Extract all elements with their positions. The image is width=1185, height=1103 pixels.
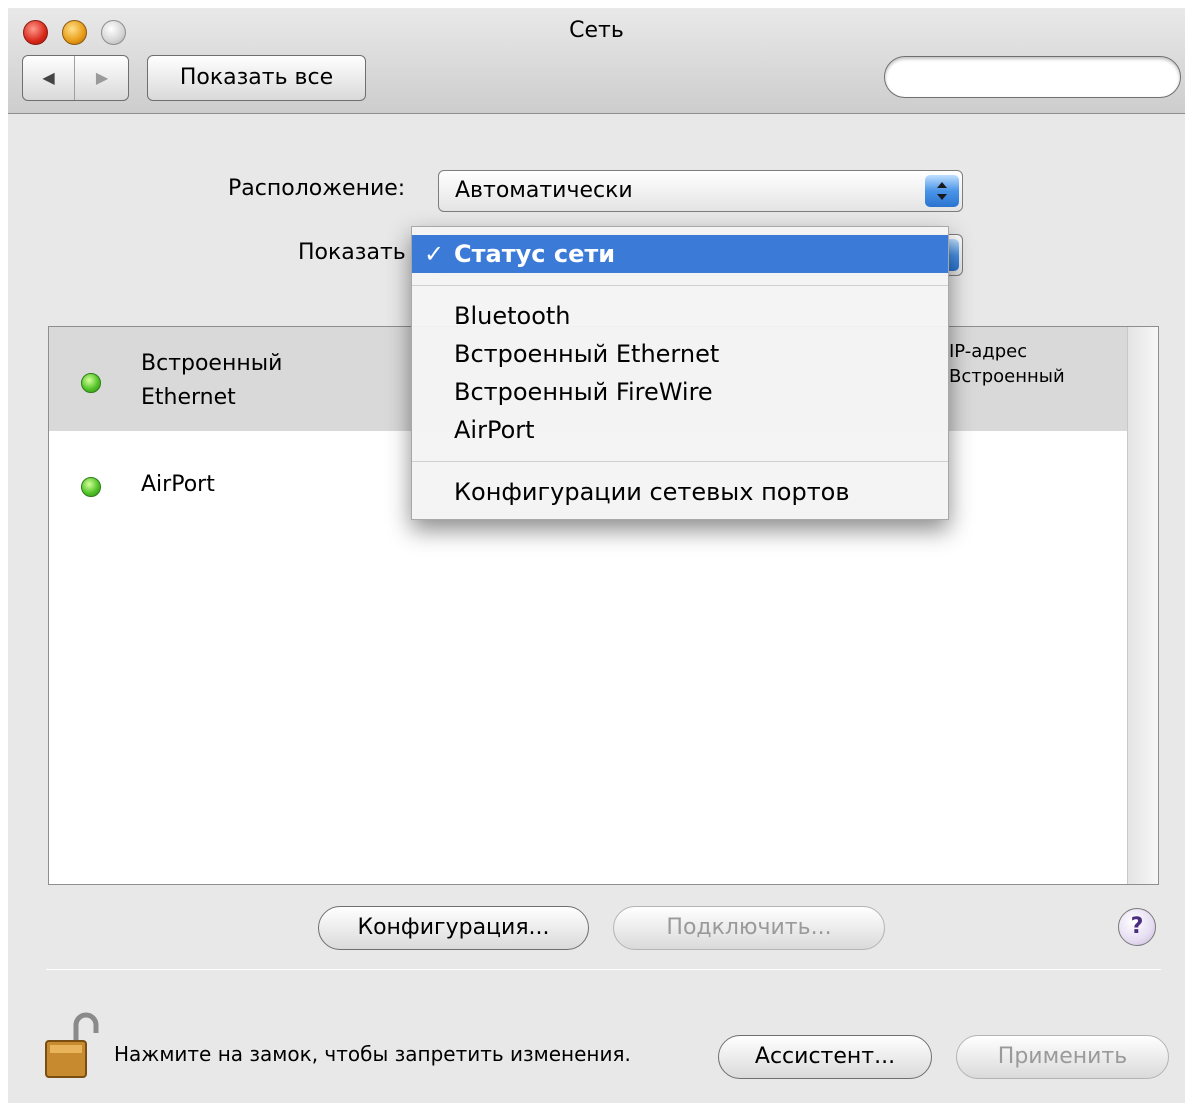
menu-item-builtin-firewire[interactable]: Встроенный FireWire	[412, 373, 948, 411]
show-label: Показать	[298, 240, 406, 265]
location-value: Автоматически	[455, 178, 633, 203]
menu-item-label: Конфигурации сетевых портов	[454, 478, 850, 506]
vertical-scrollbar[interactable]	[1127, 327, 1158, 884]
menu-item-port-configurations[interactable]: Конфигурации сетевых портов	[412, 473, 948, 511]
row-info-line2: Встроенный	[949, 366, 1065, 387]
lock-message: Нажмите на замок, чтобы запретить измене…	[114, 1042, 631, 1066]
row-name: AirPort	[141, 472, 215, 497]
menu-item-network-status[interactable]: ✓ Статус сети	[412, 235, 948, 273]
show-all-button[interactable]: Показать все	[147, 55, 366, 101]
menu-item-label: Bluetooth	[454, 302, 571, 330]
menu-item-label: Встроенный Ethernet	[454, 340, 720, 368]
connect-button[interactable]: Подключить...	[613, 906, 885, 950]
help-icon[interactable]: ?	[1118, 908, 1156, 946]
location-popup[interactable]: Автоматически	[438, 170, 963, 212]
location-label: Расположение:	[228, 176, 406, 201]
apply-button[interactable]: Применить	[956, 1035, 1169, 1079]
forward-arrow-icon[interactable]: ▶	[76, 56, 128, 100]
menu-separator	[412, 461, 948, 462]
search-input[interactable]	[884, 56, 1181, 98]
menu-item-airport[interactable]: AirPort	[412, 411, 948, 449]
status-green-dot-icon	[81, 373, 101, 393]
menu-item-label: Встроенный FireWire	[454, 378, 713, 406]
popup-stepper-icon	[925, 175, 959, 207]
row-info-line1: IP-адрес	[949, 341, 1028, 362]
menu-item-bluetooth[interactable]: Bluetooth	[412, 297, 948, 335]
back-arrow-icon[interactable]: ◀	[23, 56, 75, 100]
menu-item-label: AirPort	[454, 416, 535, 444]
window-title: Сеть	[569, 18, 624, 43]
show-dropdown-menu: ✓ Статус сети Bluetooth Встроенный Ether…	[411, 226, 949, 520]
network-preferences-window: Сеть ◀ ▶ Показать все Расположение: Авто…	[8, 8, 1185, 1103]
configure-button[interactable]: Конфигурация...	[318, 906, 589, 950]
status-green-dot-icon	[81, 477, 101, 497]
unlocked-padlock-icon[interactable]	[42, 1011, 102, 1083]
assistant-button[interactable]: Ассистент...	[718, 1035, 932, 1079]
divider	[46, 969, 1161, 970]
window-toolbar: Сеть ◀ ▶ Показать все	[8, 8, 1185, 114]
menu-item-builtin-ethernet[interactable]: Встроенный Ethernet	[412, 335, 948, 373]
checkmark-icon: ✓	[424, 240, 445, 268]
menu-item-label: Статус сети	[454, 240, 616, 268]
row-name-line2: Ethernet	[141, 385, 236, 410]
row-name-line1: Встроенный	[141, 351, 283, 376]
back-forward-control: ◀ ▶	[22, 55, 129, 101]
menu-separator	[412, 285, 948, 286]
